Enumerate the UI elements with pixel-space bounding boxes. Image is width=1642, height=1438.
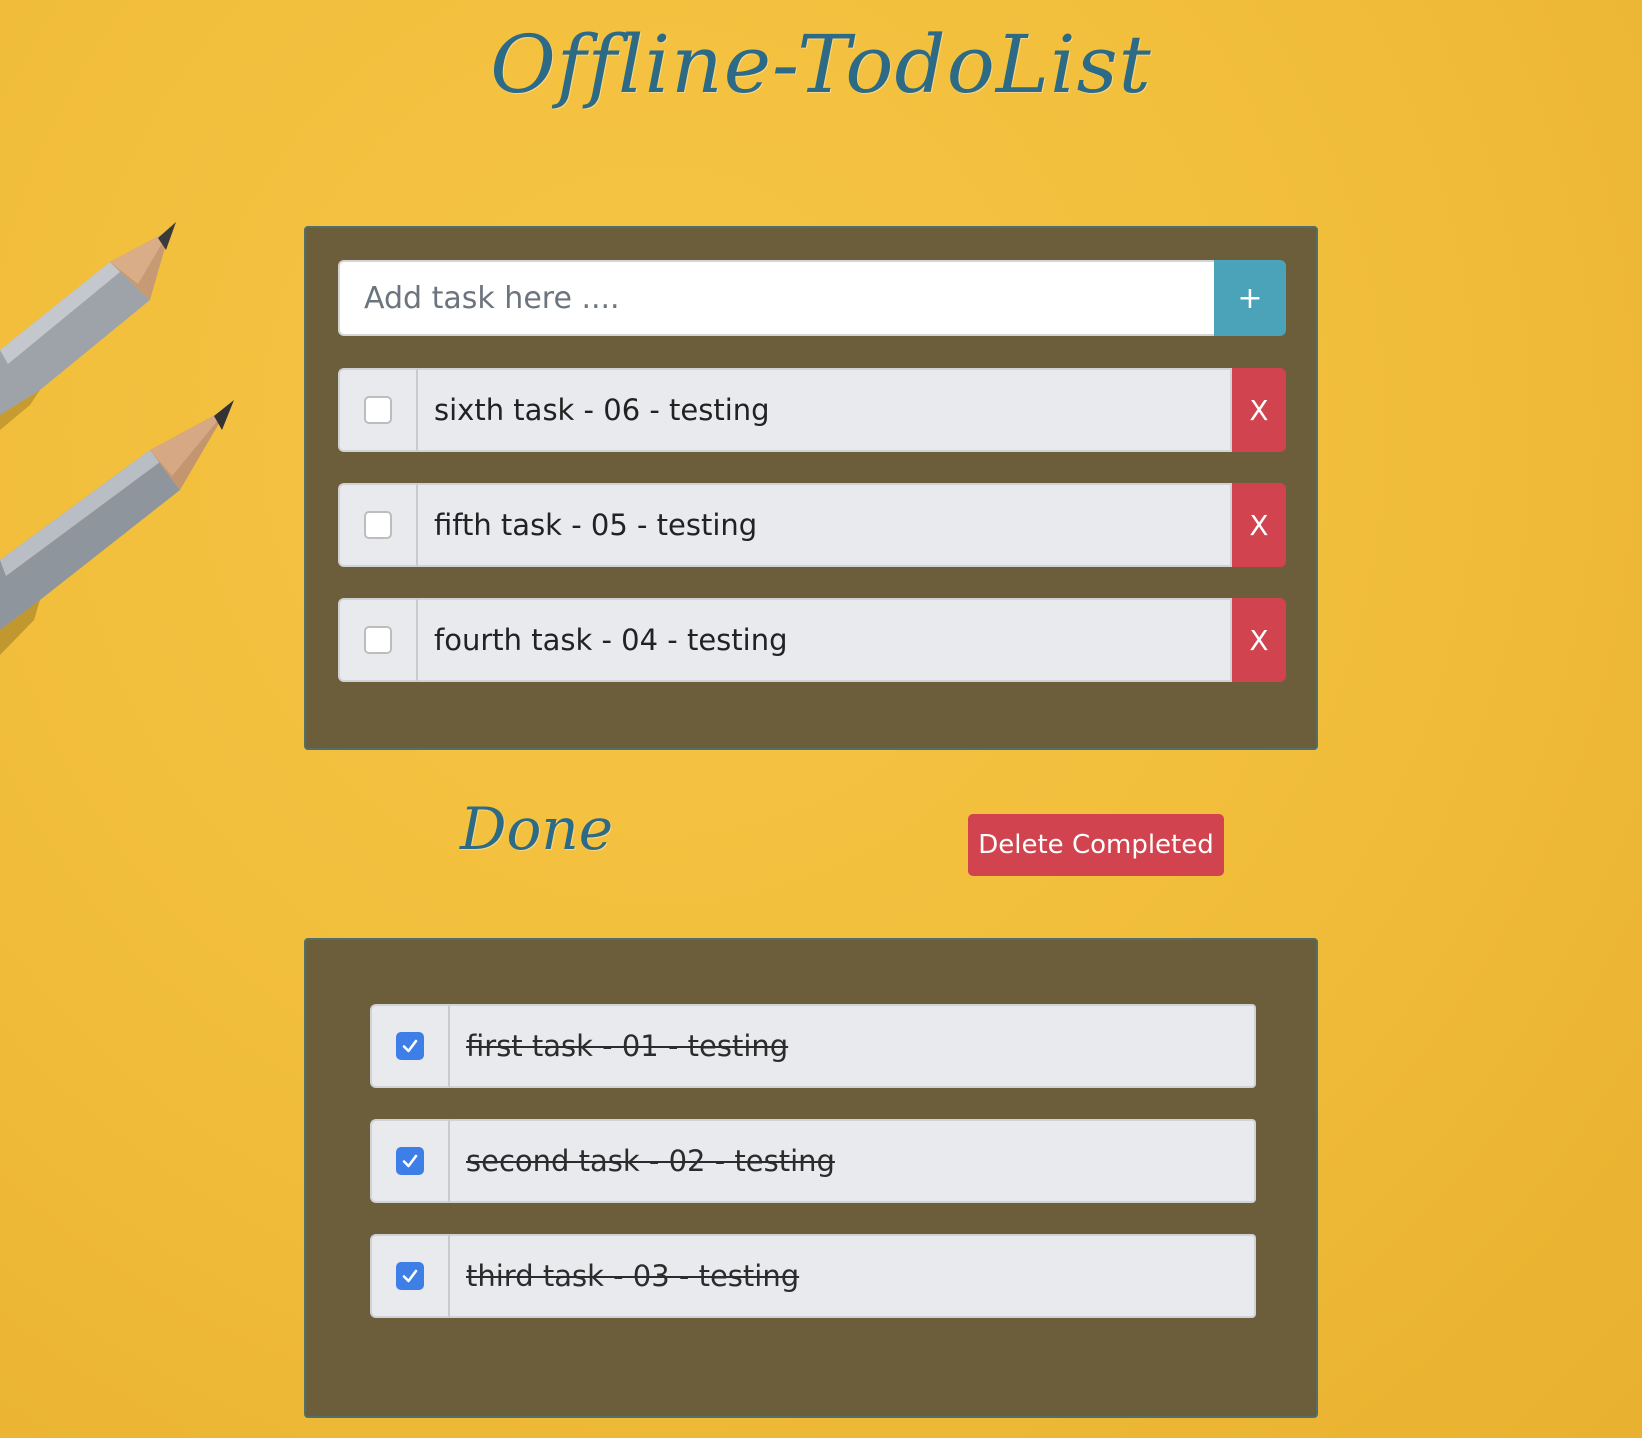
done-item-text-cell: third task - 03 - testing: [450, 1234, 1256, 1318]
todo-item-text-cell: sixth task - 06 - testing: [418, 368, 1232, 452]
todo-item-checkbox[interactable]: [364, 626, 392, 654]
todo-item: fourth task - 04 - testing X: [338, 598, 1286, 682]
todo-item-check-cell: [338, 483, 418, 567]
done-item-check-cell: [370, 1234, 450, 1318]
todo-item-label: fourth task - 04 - testing: [434, 623, 788, 657]
add-task-input[interactable]: [338, 260, 1214, 336]
checkmark-icon: [402, 1269, 418, 1283]
todo-item: fifth task - 05 - testing X: [338, 483, 1286, 567]
todo-item-text-cell: fifth task - 05 - testing: [418, 483, 1232, 567]
todo-item-check-cell: [338, 598, 418, 682]
done-item-text-cell: second task - 02 - testing: [450, 1119, 1256, 1203]
checkmark-icon: [402, 1039, 418, 1053]
done-item: second task - 02 - testing: [370, 1119, 1256, 1203]
done-item-check-cell: [370, 1004, 450, 1088]
done-item-label: second task - 02 - testing: [466, 1144, 835, 1178]
app-title: Offline-TodoList: [490, 18, 1152, 111]
add-task-group: +: [338, 260, 1286, 336]
checkmark-icon: [402, 1154, 418, 1168]
done-item-label: first task - 01 - testing: [466, 1029, 789, 1063]
done-panel: first task - 01 - testing second task - …: [304, 938, 1318, 1418]
todo-item-delete-button[interactable]: X: [1232, 598, 1286, 682]
todo-item: sixth task - 06 - testing X: [338, 368, 1286, 452]
todo-item-check-cell: [338, 368, 418, 452]
todo-item-delete-button[interactable]: X: [1232, 368, 1286, 452]
done-heading: Done: [460, 795, 614, 863]
delete-completed-button[interactable]: Delete Completed: [968, 814, 1224, 876]
done-item-text-cell: first task - 01 - testing: [450, 1004, 1256, 1088]
done-item-label: third task - 03 - testing: [466, 1259, 800, 1293]
done-item: first task - 01 - testing: [370, 1004, 1256, 1088]
done-item-checkbox[interactable]: [396, 1262, 424, 1290]
done-item-checkbox[interactable]: [396, 1032, 424, 1060]
done-item-checkbox[interactable]: [396, 1147, 424, 1175]
todo-item-checkbox[interactable]: [364, 396, 392, 424]
done-item-check-cell: [370, 1119, 450, 1203]
done-item: third task - 03 - testing: [370, 1234, 1256, 1318]
todo-item-delete-button[interactable]: X: [1232, 483, 1286, 567]
add-task-button[interactable]: +: [1214, 260, 1286, 336]
todo-item-label: sixth task - 06 - testing: [434, 393, 770, 427]
todo-item-checkbox[interactable]: [364, 511, 392, 539]
todo-panel: + sixth task - 06 - testing X fifth task…: [304, 226, 1318, 750]
todo-item-text-cell: fourth task - 04 - testing: [418, 598, 1232, 682]
pencils-decoration: [0, 222, 234, 655]
todo-item-label: fifth task - 05 - testing: [434, 508, 758, 542]
